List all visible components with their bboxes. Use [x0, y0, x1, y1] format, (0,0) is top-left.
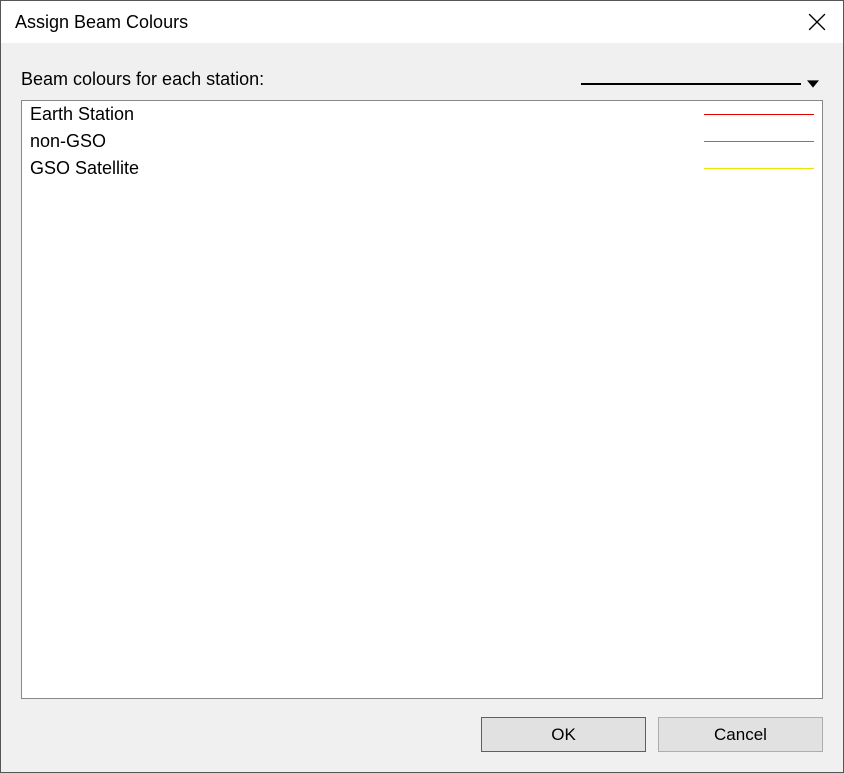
header-row: Beam colours for each station: [21, 59, 823, 90]
stations-listbox[interactable]: Earth Station non-GSO GSO Satellite [21, 100, 823, 699]
station-row[interactable]: Earth Station [22, 101, 822, 128]
station-colour-line [704, 141, 814, 142]
ok-button[interactable]: OK [481, 717, 646, 752]
assign-beam-colours-dialog: Assign Beam Colours Beam colours for eac… [0, 0, 844, 773]
dialog-content: Beam colours for each station: Earth Sta… [1, 43, 843, 717]
station-row[interactable]: GSO Satellite [22, 155, 822, 182]
station-colour-line [704, 114, 814, 115]
station-name: GSO Satellite [30, 158, 139, 179]
line-style-preview [581, 83, 801, 85]
dialog-title: Assign Beam Colours [15, 12, 188, 33]
station-name: non-GSO [30, 131, 106, 152]
line-style-picker[interactable] [581, 78, 823, 90]
station-colour-line [704, 168, 814, 169]
station-row[interactable]: non-GSO [22, 128, 822, 155]
stations-label: Beam colours for each station: [21, 69, 264, 90]
close-icon[interactable] [805, 10, 829, 34]
button-row: OK Cancel [1, 717, 843, 772]
cancel-button[interactable]: Cancel [658, 717, 823, 752]
titlebar: Assign Beam Colours [1, 1, 843, 43]
station-name: Earth Station [30, 104, 134, 125]
chevron-down-icon [807, 78, 819, 90]
